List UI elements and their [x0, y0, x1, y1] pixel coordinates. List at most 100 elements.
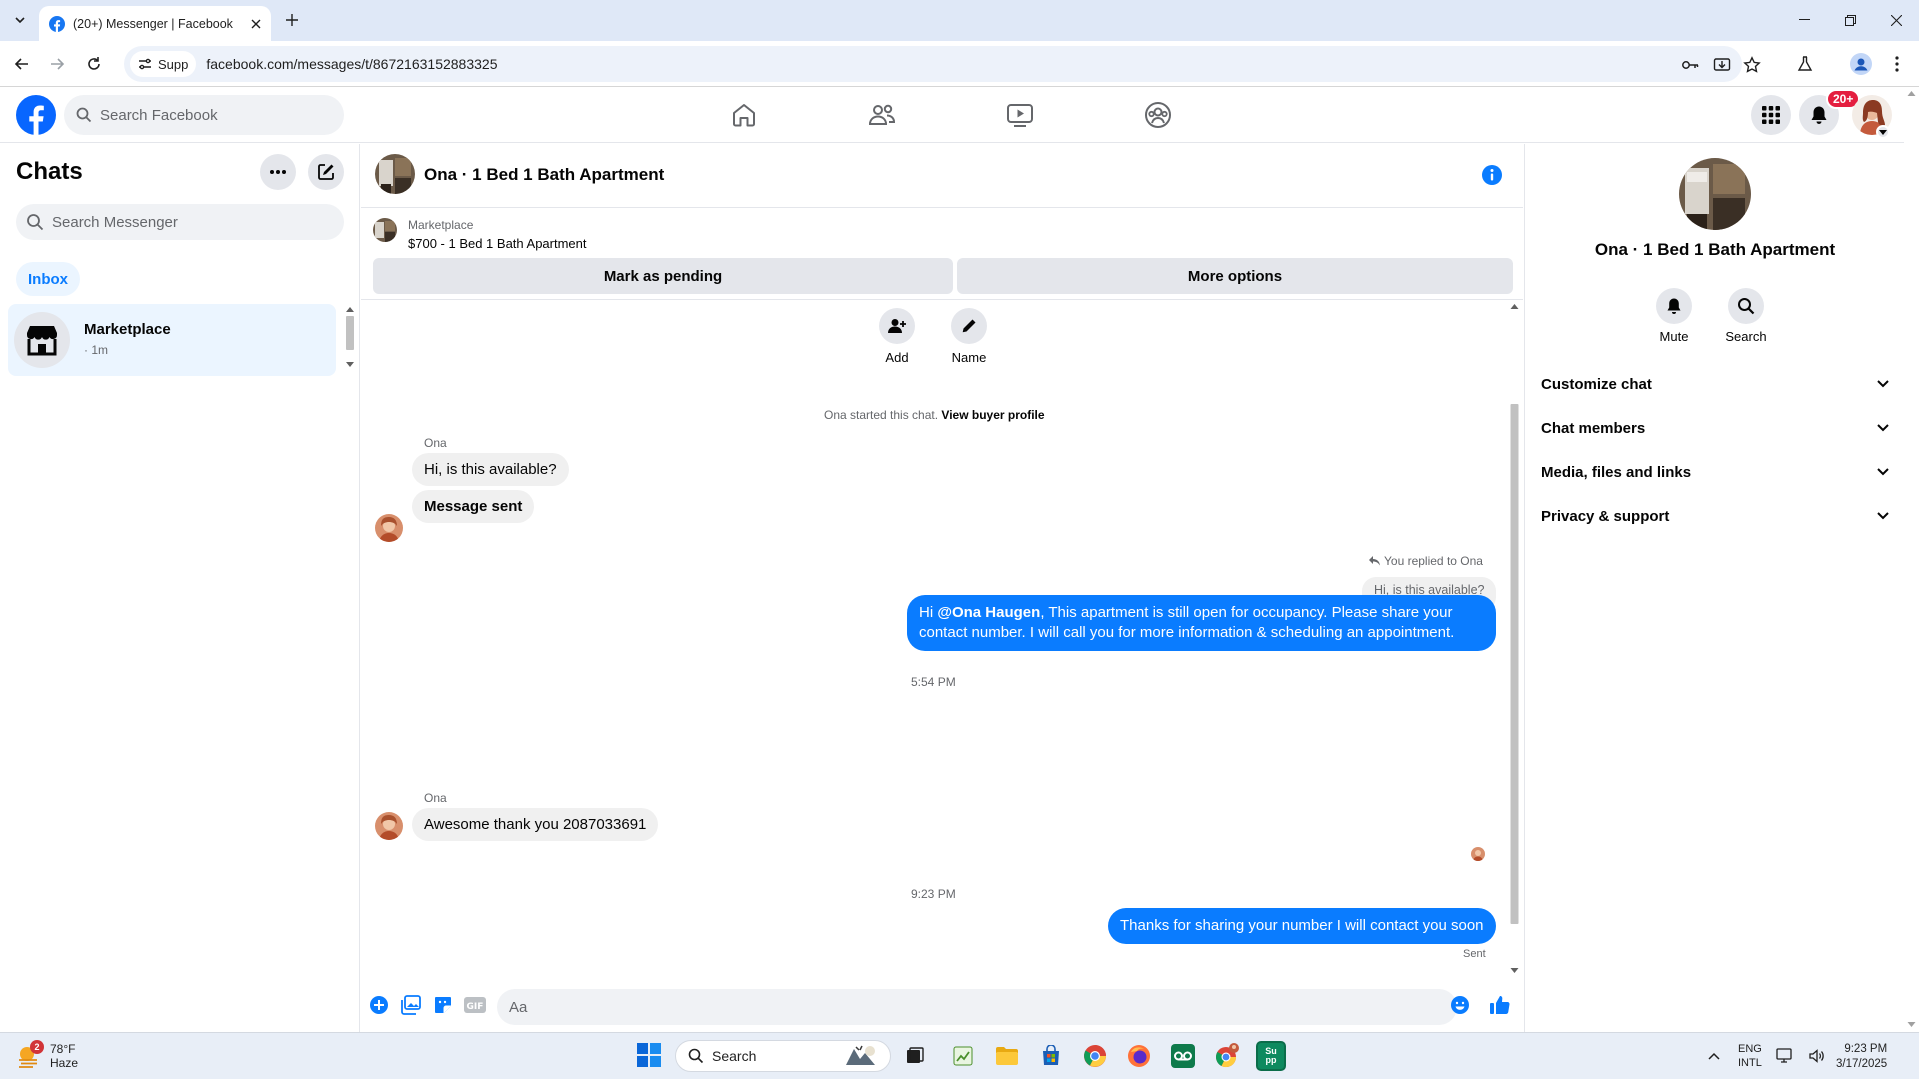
- voice-recorder-app-icon[interactable]: [1168, 1041, 1198, 1071]
- chats-options-more-icon[interactable]: [260, 154, 296, 190]
- chat-started-notice: Ona started this chat. View buyer profil…: [824, 408, 1045, 422]
- conversation-timestamp: · 1m: [84, 343, 108, 357]
- thumbs-up-like-icon[interactable]: [1488, 993, 1512, 1017]
- groups-icon[interactable]: [1138, 95, 1178, 135]
- tab-title: (20+) Messenger | Facebook: [73, 16, 233, 31]
- edit-name-pencil-icon[interactable]: [951, 308, 987, 344]
- forward-arrow-icon[interactable]: [44, 51, 70, 77]
- active-app-supp-icon[interactable]: Su pp: [1256, 1041, 1286, 1071]
- video-watch-icon[interactable]: [1000, 95, 1040, 135]
- network-monitor-icon[interactable]: [1776, 1048, 1794, 1064]
- password-key-icon[interactable]: [1680, 55, 1700, 75]
- thread-scrollbar[interactable]: [1508, 300, 1521, 978]
- facebook-search-placeholder: Search Facebook: [100, 106, 218, 124]
- emoji-icon[interactable]: [1448, 993, 1472, 1017]
- conversation-details-avatar[interactable]: [1679, 158, 1751, 230]
- chat-avatar[interactable]: [375, 154, 415, 194]
- incoming-message[interactable]: Message sent: [412, 490, 535, 523]
- conversation-item-marketplace[interactable]: Marketplace · 1m: [8, 304, 336, 376]
- bookmark-star-icon[interactable]: [1742, 55, 1762, 75]
- system-tray: ENG INTL: [1708, 1039, 1826, 1073]
- new-message-compose-icon[interactable]: [308, 154, 344, 190]
- reload-icon[interactable]: [81, 51, 107, 77]
- install-app-icon[interactable]: [1712, 55, 1732, 75]
- close-tab-icon[interactable]: [251, 19, 261, 29]
- message-thread[interactable]: Add Name Ona started this chat. View buy…: [361, 300, 1523, 978]
- outgoing-message[interactable]: Hi @Ona Haugen, This apartment is still …: [907, 595, 1496, 651]
- section-label: Customize chat: [1541, 375, 1652, 393]
- chat-title[interactable]: Ona · 1 Bed 1 Bath Apartment: [424, 165, 664, 185]
- section-label: Chat members: [1541, 419, 1646, 437]
- facebook-search-input[interactable]: Search Facebook: [64, 95, 344, 135]
- weather-widget[interactable]: 2 78°F Haze: [16, 1040, 78, 1070]
- labs-flask-icon[interactable]: [1792, 51, 1818, 77]
- keyboard-layout: INTL: [1738, 1057, 1762, 1069]
- windows-start-icon[interactable]: [637, 1043, 661, 1067]
- add-person-icon[interactable]: [879, 308, 915, 344]
- sticker-icon[interactable]: [431, 993, 455, 1017]
- back-arrow-icon[interactable]: [9, 51, 35, 77]
- customize-chat-section[interactable]: Customize chat: [1539, 366, 1895, 402]
- conversation-info-icon[interactable]: [1481, 164, 1503, 186]
- incoming-message[interactable]: Awesome thank you 2087033691: [412, 808, 659, 841]
- inbox-filter-tab[interactable]: Inbox: [16, 262, 80, 296]
- show-hidden-icons-chevron-up-icon[interactable]: [1708, 1052, 1720, 1060]
- firefox-browser-icon[interactable]: [1124, 1041, 1154, 1071]
- attach-photo-icon[interactable]: [399, 993, 423, 1017]
- tune-icon: [138, 57, 152, 71]
- facebook-logo-icon[interactable]: [16, 95, 56, 135]
- listing-thumbnail[interactable]: [373, 218, 397, 242]
- volume-speaker-icon[interactable]: [1808, 1048, 1826, 1064]
- page-scrollbar[interactable]: [1904, 87, 1919, 1032]
- chat-members-section[interactable]: Chat members: [1539, 410, 1895, 446]
- file-explorer-folder-icon[interactable]: [992, 1041, 1022, 1071]
- privacy-support-section[interactable]: Privacy & support: [1539, 498, 1895, 534]
- system-clock[interactable]: 9:23 PM 3/17/2025: [1836, 1042, 1887, 1072]
- input-language-indicator[interactable]: ENG INTL: [1738, 1042, 1762, 1070]
- account-chevron-down-icon[interactable]: [1876, 125, 1890, 139]
- ona-avatar[interactable]: [375, 812, 403, 840]
- close-window-icon[interactable]: [1874, 6, 1918, 34]
- view-buyer-profile-link[interactable]: View buyer profile: [941, 408, 1044, 422]
- more-options-button[interactable]: More options: [957, 258, 1513, 294]
- mute-bell-icon[interactable]: [1656, 288, 1692, 324]
- minimize-window-icon[interactable]: [1782, 6, 1826, 34]
- reply-arrow-icon: [1369, 556, 1380, 566]
- url-text[interactable]: facebook.com/messages/t/8672163152883325: [206, 56, 497, 72]
- media-files-links-section[interactable]: Media, files and links: [1539, 454, 1895, 490]
- listing-title[interactable]: $700 - 1 Bed 1 Bath Apartment: [408, 236, 587, 251]
- browser-tab-messenger[interactable]: (20+) Messenger | Facebook: [39, 6, 271, 41]
- message-input[interactable]: Aa: [497, 989, 1457, 1025]
- mention-ona-haugen[interactable]: @Ona Haugen: [937, 604, 1040, 621]
- marketplace-store-icon: [14, 312, 70, 368]
- menu-grid-icon[interactable]: [1751, 95, 1791, 135]
- friends-icon[interactable]: [862, 95, 902, 135]
- new-tab-plus-icon[interactable]: [280, 8, 304, 32]
- restore-window-icon[interactable]: [1828, 6, 1872, 34]
- taskbar-search-box[interactable]: Search: [675, 1040, 891, 1072]
- sidebar-scrollbar[interactable]: [344, 304, 356, 370]
- microsoft-store-icon[interactable]: [1036, 1041, 1066, 1071]
- outgoing-message[interactable]: Thanks for sharing your number I will co…: [1108, 908, 1496, 944]
- incoming-message[interactable]: Hi, is this available?: [412, 453, 569, 486]
- gif-icon[interactable]: GIF: [463, 993, 487, 1017]
- browser-tab-bar: (20+) Messenger | Facebook: [0, 0, 1919, 41]
- address-bar[interactable]: Supp facebook.com/messages/t/86721631528…: [124, 46, 1761, 82]
- task-view-icon[interactable]: [900, 1041, 930, 1071]
- home-icon[interactable]: [724, 95, 764, 135]
- ona-avatar[interactable]: [375, 514, 403, 542]
- chrome-browser-icon[interactable]: [1080, 1041, 1110, 1071]
- messenger-search-input[interactable]: Search Messenger: [16, 204, 344, 240]
- browser-profile-icon[interactable]: [1848, 51, 1874, 77]
- widgets-chart-app-icon[interactable]: [948, 1041, 978, 1071]
- language-code: ENG: [1738, 1043, 1762, 1055]
- site-info-chip[interactable]: Supp: [130, 51, 197, 77]
- mute-label: Mute: [1659, 329, 1689, 344]
- mark-as-pending-button[interactable]: Mark as pending: [373, 258, 953, 294]
- browser-menu-kebab-icon[interactable]: [1884, 51, 1910, 77]
- chrome-profile-icon[interactable]: [1212, 1041, 1242, 1071]
- weather-temperature: 78°F: [50, 1042, 76, 1056]
- more-actions-plus-icon[interactable]: [367, 993, 391, 1017]
- search-in-conversation-icon[interactable]: [1728, 288, 1764, 324]
- tab-list-chevron-icon[interactable]: [8, 8, 32, 32]
